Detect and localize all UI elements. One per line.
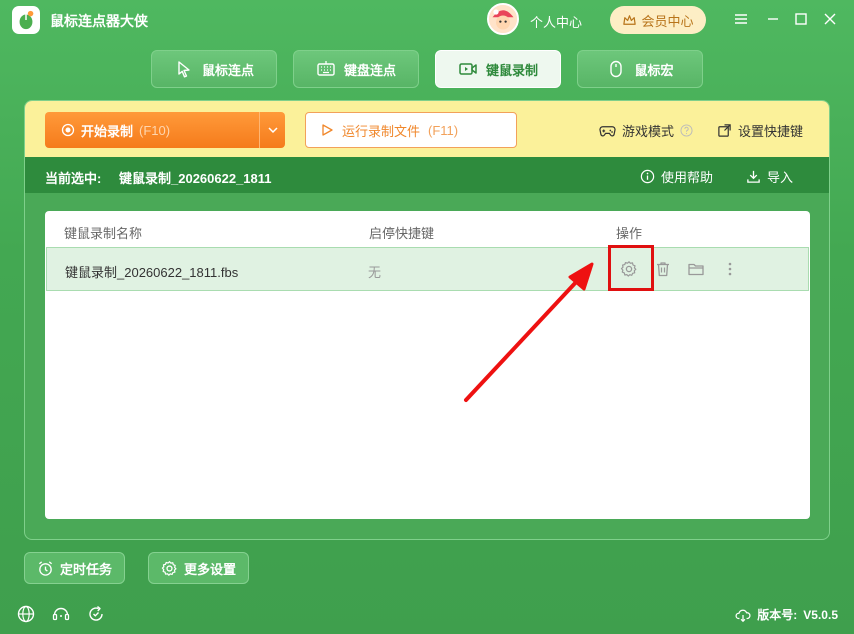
globe-icon[interactable] (16, 604, 36, 624)
help-label: 使用帮助 (661, 170, 714, 185)
more-settings-label: 更多设置 (184, 561, 237, 577)
tab-label: 键盘连点 (343, 62, 396, 78)
gamepad-icon (599, 126, 616, 137)
tab-label: 鼠标连点 (201, 62, 254, 78)
current-selection-value: 键鼠录制_20260622_1811 (119, 171, 272, 186)
menu-icon[interactable] (732, 10, 750, 28)
highlight-box (608, 245, 654, 291)
tab-keyboard-click[interactable]: 键盘连点 (293, 50, 419, 88)
vip-center-button[interactable]: 会员中心 (610, 6, 706, 34)
column-header-actions: 操作 (616, 226, 643, 241)
import-button[interactable]: 导入 (746, 167, 793, 186)
minimize-icon[interactable] (764, 10, 782, 28)
import-icon (747, 170, 760, 183)
start-record-button[interactable]: 开始录制 (F10) (45, 112, 285, 148)
tab-label: 键鼠录制 (485, 62, 538, 78)
personal-center-link[interactable]: 个人中心 (530, 12, 582, 31)
recording-table: 键鼠录制名称 启停快捷键 操作 键鼠录制_20260622_1811.fbs 无 (45, 211, 810, 519)
tab-mouse-macro[interactable]: 鼠标宏 (577, 50, 703, 88)
delete-icon[interactable] (652, 258, 674, 280)
game-mode-toggle[interactable]: 游戏模式 (599, 121, 693, 140)
column-header-shortcut: 启停快捷键 (369, 226, 435, 241)
start-record-label: 开始录制 (81, 123, 134, 139)
record-dot-icon (61, 123, 75, 137)
current-selection-label: 当前选中: (45, 171, 102, 186)
title-bar: 鼠标连点器大侠 个人中心 会员中心 (0, 0, 854, 42)
table-row[interactable]: 键鼠录制_20260622_1811.fbs 无 (46, 245, 809, 291)
question-icon[interactable] (680, 124, 693, 137)
refresh-update-icon[interactable] (86, 604, 106, 624)
chevron-down-icon (267, 127, 278, 134)
vip-center-label: 会员中心 (641, 13, 694, 29)
help-button[interactable]: 使用帮助 (640, 167, 713, 186)
record-dropdown-button[interactable] (259, 112, 285, 148)
tab-label: 鼠标宏 (634, 62, 674, 78)
selection-bar: 当前选中: 键鼠录制_20260622_1811 使用帮助 导入 (25, 157, 829, 193)
keyboard-icon (317, 61, 335, 76)
app-title: 鼠标连点器大侠 (50, 13, 148, 29)
folder-icon[interactable] (685, 258, 707, 280)
alarm-clock-icon (38, 560, 53, 576)
maximize-icon[interactable] (792, 10, 810, 28)
user-avatar[interactable] (487, 3, 519, 35)
play-icon (322, 124, 333, 136)
video-record-icon (459, 63, 477, 75)
import-label: 导入 (767, 170, 794, 185)
run-record-file-button[interactable]: 运行录制文件 (F11) (305, 112, 517, 148)
cloud-download-icon[interactable] (735, 607, 751, 623)
gear-icon (161, 560, 177, 576)
set-shortcut-button[interactable]: 设置快捷键 (717, 121, 803, 140)
start-record-main[interactable]: 开始录制 (F10) (45, 121, 259, 140)
recording-name: 键鼠录制_20260622_1811.fbs (65, 265, 239, 280)
support-headset-icon[interactable] (51, 604, 71, 624)
start-record-hotkey: (F10) (139, 122, 171, 138)
run-record-file-hotkey: (F11) (428, 122, 459, 138)
toolbar: 开始录制 (F10) 运行录制文件 (F11) 游戏模式 设置快捷键 (25, 101, 829, 157)
version-label: 版本号: (757, 608, 798, 622)
tab-mouse-click[interactable]: 鼠标连点 (151, 50, 277, 88)
timed-task-label: 定时任务 (60, 561, 113, 577)
recording-shortcut: 无 (368, 265, 382, 280)
app-logo-icon (12, 6, 40, 34)
main-panel: 开始录制 (F10) 运行录制文件 (F11) 游戏模式 设置快捷键 当前选中:… (24, 100, 830, 540)
crown-icon (623, 14, 637, 25)
column-header-name: 键鼠录制名称 (64, 226, 143, 241)
set-shortcut-label: 设置快捷键 (738, 124, 804, 139)
more-options-icon[interactable] (719, 258, 741, 280)
mouse-icon (610, 60, 623, 78)
run-record-file-label: 运行录制文件 (342, 123, 421, 139)
info-icon (640, 169, 655, 184)
cursor-icon (178, 61, 190, 78)
game-mode-label: 游戏模式 (622, 124, 675, 139)
close-icon[interactable] (821, 10, 839, 28)
tab-record[interactable]: 键鼠录制 (435, 50, 561, 88)
version-info: 版本号: V5.0.5 (735, 606, 838, 623)
version-number: V5.0.5 (803, 607, 838, 622)
shortcut-icon (718, 124, 731, 137)
more-settings-button[interactable]: 更多设置 (148, 552, 250, 584)
timed-task-button[interactable]: 定时任务 (24, 552, 126, 584)
